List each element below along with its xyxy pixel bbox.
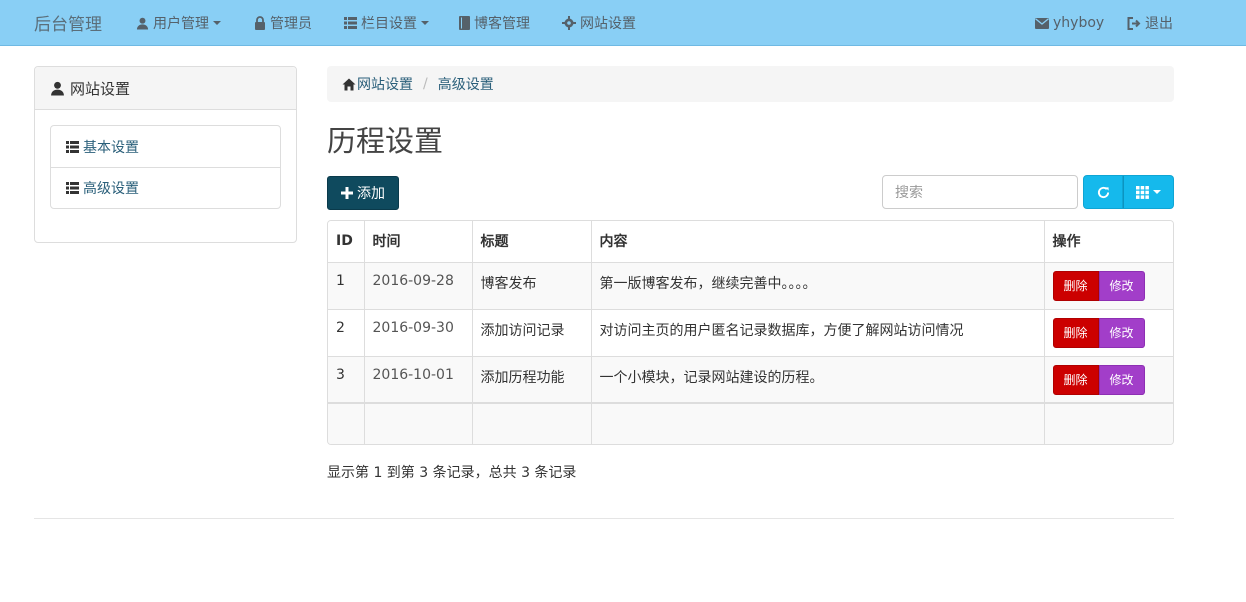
refresh-icon xyxy=(1097,186,1110,199)
delete-button[interactable]: 删除 xyxy=(1052,364,1099,395)
table-header-row: ID 时间 标题 内容 操作 xyxy=(328,221,1173,263)
cell-actions: 删除 修改 xyxy=(1044,262,1173,310)
list-icon xyxy=(66,182,79,194)
pagination-info: 显示第 1 到第 3 条记录，总共 3 条记录 xyxy=(327,465,577,481)
page-title: 历程设置 xyxy=(327,124,444,158)
logout-label: 退出 xyxy=(1145,16,1173,32)
breadcrumb-home-link[interactable]: 网站设置 xyxy=(342,74,413,94)
add-button[interactable]: 添加 xyxy=(327,176,399,210)
brand-title[interactable]: 后台管理 xyxy=(34,10,102,35)
table-row: 1 2016-09-28 博客发布 第一版博客发布，继续完善中。。。。 删除 修… xyxy=(328,262,1173,310)
sidebar-panel: 网站设置 基本设置 高级设置 xyxy=(34,66,297,243)
search-input[interactable] xyxy=(882,175,1078,209)
lock-icon xyxy=(254,16,266,30)
edit-button[interactable]: 修改 xyxy=(1098,270,1145,301)
caret-down-icon xyxy=(421,21,429,25)
sidebar-title: 网站设置 xyxy=(70,79,131,98)
nav-item-column-settings[interactable]: 栏目设置 xyxy=(344,13,429,33)
history-table: ID 时间 标题 内容 操作 1 2016-09-28 博客发布 第一版博客发布… xyxy=(327,220,1174,445)
user-icon xyxy=(50,81,65,96)
column-header-content[interactable]: 内容 xyxy=(591,221,1045,263)
book-icon xyxy=(459,16,470,30)
table-tools xyxy=(1083,175,1174,209)
envelope-icon xyxy=(1035,17,1049,29)
sidebar-menu: 基本设置 高级设置 xyxy=(50,125,281,209)
breadcrumb: 网站设置 / 高级设置 xyxy=(327,66,1174,102)
nav-item-admins[interactable]: 管理员 xyxy=(254,13,312,33)
nav-item-label: 管理员 xyxy=(270,16,312,32)
user-icon xyxy=(136,17,149,30)
column-header-actions: 操作 xyxy=(1044,221,1173,263)
top-navbar: 后台管理 用户管理 管理员 栏目设置 博客管理 网站设置 yhyboy 退出 xyxy=(0,0,1246,46)
table-row: 2 2016-09-30 添加访问记录 对访问主页的用户匿名记录数据库，方便了解… xyxy=(328,309,1173,357)
sidebar-item-label: 基本设置 xyxy=(83,139,139,156)
list-icon xyxy=(344,17,357,29)
column-header-time[interactable]: 时间 xyxy=(364,221,473,263)
list-icon xyxy=(66,140,79,153)
nav-item-blog-management[interactable]: 博客管理 xyxy=(459,13,530,33)
caret-down-icon xyxy=(213,21,221,25)
cell-content: 第一版博客发布，继续完善中。。。。 xyxy=(591,262,1045,310)
column-header-id[interactable]: ID xyxy=(328,221,365,263)
refresh-button[interactable] xyxy=(1083,175,1123,209)
nav-item-user-management[interactable]: 用户管理 xyxy=(136,13,221,33)
logout-icon xyxy=(1127,16,1141,30)
cell-title: 添加历程功能 xyxy=(472,356,592,404)
breadcrumb-current[interactable]: 高级设置 xyxy=(438,74,494,94)
nav-item-label: 栏目设置 xyxy=(361,16,417,32)
sidebar-heading: 网站设置 xyxy=(35,67,296,110)
add-button-label: 添加 xyxy=(357,186,385,202)
nav-item-site-settings[interactable]: 网站设置 xyxy=(562,13,636,33)
table-footer-row xyxy=(328,402,1173,444)
cell-actions: 删除 修改 xyxy=(1044,356,1173,404)
username-label: yhyboy xyxy=(1053,15,1105,31)
cell-actions: 删除 修改 xyxy=(1044,309,1173,357)
nav-item-logout[interactable]: 退出 xyxy=(1127,13,1173,33)
caret-down-icon xyxy=(1153,190,1161,194)
columns-toggle-button[interactable] xyxy=(1123,175,1174,209)
gear-icon xyxy=(562,16,576,30)
cell-id: 1 xyxy=(328,262,365,310)
column-header-title[interactable]: 标题 xyxy=(472,221,592,263)
sidebar-item-basic-settings[interactable]: 基本设置 xyxy=(51,126,280,167)
edit-button[interactable]: 修改 xyxy=(1098,364,1145,395)
edit-button[interactable]: 修改 xyxy=(1098,317,1145,348)
cell-content: 对访问主页的用户匿名记录数据库，方便了解网站访问情况 xyxy=(591,309,1045,357)
plus-icon xyxy=(341,187,353,199)
breadcrumb-home-label: 网站设置 xyxy=(357,77,413,93)
nav-item-label: 网站设置 xyxy=(580,16,636,32)
breadcrumb-separator: / xyxy=(423,76,428,92)
sidebar-item-label: 高级设置 xyxy=(83,181,139,197)
delete-button[interactable]: 删除 xyxy=(1052,317,1099,348)
cell-title: 博客发布 xyxy=(472,262,592,310)
cell-content: 一个小模块，记录网站建设的历程。 xyxy=(591,356,1045,404)
cell-title: 添加访问记录 xyxy=(472,309,592,357)
cell-id: 2 xyxy=(328,309,365,357)
home-icon xyxy=(342,78,356,91)
footer-divider xyxy=(34,518,1174,519)
sidebar-item-advanced-settings[interactable]: 高级设置 xyxy=(51,167,280,208)
cell-time: 2016-10-01 xyxy=(364,356,473,404)
cell-time: 2016-09-30 xyxy=(364,309,473,357)
grid-icon xyxy=(1136,185,1149,199)
cell-id: 3 xyxy=(328,356,365,404)
table-row: 3 2016-10-01 添加历程功能 一个小模块，记录网站建设的历程。 删除 … xyxy=(328,356,1173,404)
cell-time: 2016-09-28 xyxy=(364,262,473,310)
delete-button[interactable]: 删除 xyxy=(1052,270,1099,301)
nav-item-label: 博客管理 xyxy=(474,16,530,32)
nav-item-label: 用户管理 xyxy=(153,16,209,32)
nav-item-user-mail[interactable]: yhyboy xyxy=(1035,13,1104,33)
